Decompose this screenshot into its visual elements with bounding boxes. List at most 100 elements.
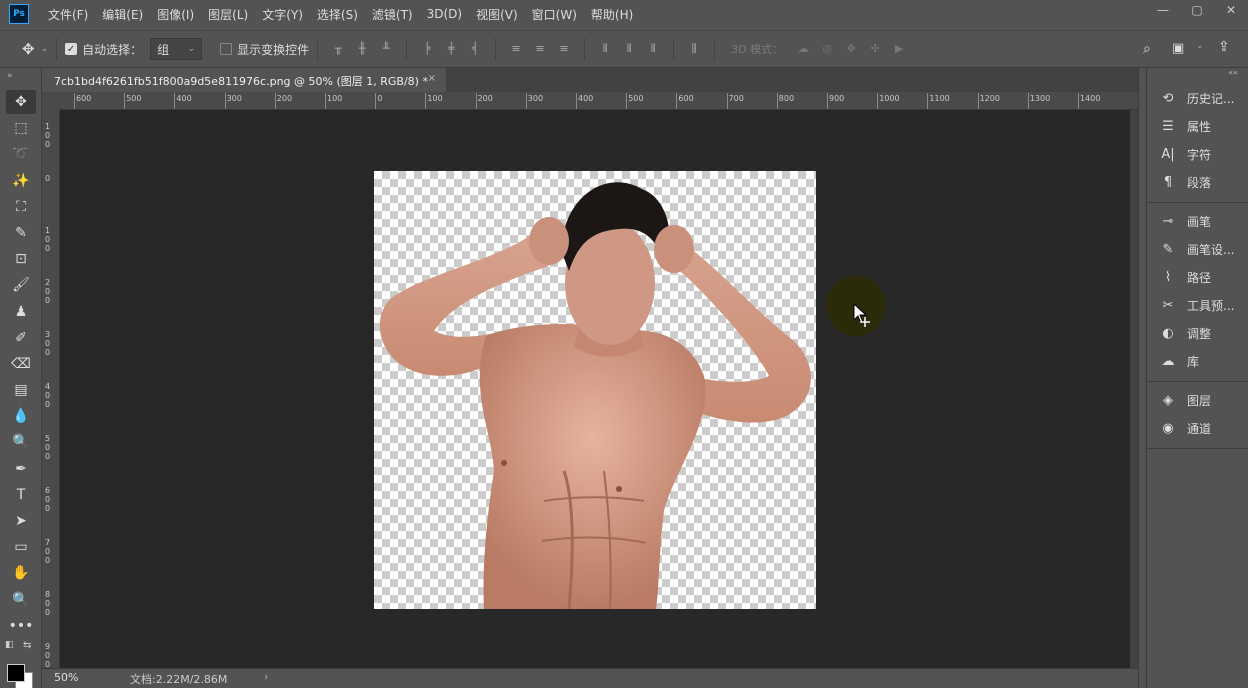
- history-panel[interactable]: ⟲ 历史记...: [1147, 84, 1248, 112]
- eyedropper-tool-icon[interactable]: ✎: [6, 221, 36, 245]
- ruler-tick: [827, 93, 828, 109]
- pen-tool-icon[interactable]: ✒: [6, 457, 36, 481]
- vertical-scrollbar[interactable]: [1130, 110, 1138, 668]
- distribute-top-icon[interactable]: ≡: [509, 42, 523, 56]
- paths-panel[interactable]: ⌇ 路径: [1147, 263, 1248, 291]
- patch-tool-icon[interactable]: ⊡: [6, 247, 36, 271]
- properties-panel[interactable]: ☰ 属性: [1147, 112, 1248, 140]
- zoom-tool-icon[interactable]: 🔍: [6, 588, 36, 612]
- menu-window[interactable]: 窗口(W): [532, 6, 577, 23]
- adjustments-panel[interactable]: ◐ 调整: [1147, 319, 1248, 347]
- align-right-icon[interactable]: ╡: [468, 42, 482, 56]
- 3d-scale-icon[interactable]: ▶: [892, 42, 906, 56]
- align-bottom-icon[interactable]: ╨: [379, 42, 393, 56]
- marquee-tool-icon[interactable]: ⬚: [6, 116, 36, 140]
- brush-panel[interactable]: ⊸ 画笔: [1147, 207, 1248, 235]
- layers-panel[interactable]: ◈ 图层: [1147, 386, 1248, 414]
- ruler-label: 700: [45, 538, 51, 565]
- ruler-label: 900: [45, 642, 51, 668]
- brush-settings-panel[interactable]: ✎ 画笔设...: [1147, 235, 1248, 263]
- menu-file[interactable]: 文件(F): [48, 6, 88, 23]
- share-icon[interactable]: ⇪: [1218, 39, 1230, 55]
- paragraph-panel[interactable]: ¶ 段落: [1147, 168, 1248, 196]
- swap-colors-icon[interactable]: ⇆: [23, 640, 31, 651]
- rectangle-tool-icon[interactable]: ▭: [6, 535, 36, 559]
- menu-layer[interactable]: 图层(L): [208, 6, 248, 23]
- 3d-roll-icon[interactable]: ◎: [820, 42, 834, 56]
- type-tool-icon[interactable]: T: [6, 483, 36, 507]
- minimize-button[interactable]: —: [1146, 0, 1180, 20]
- hand-tool-icon[interactable]: ✋: [6, 561, 36, 585]
- align-left-icon[interactable]: ╞: [420, 42, 434, 56]
- path-selection-tool-icon[interactable]: ➤: [6, 509, 36, 533]
- panel-group: ⊸ 画笔 ✎ 画笔设... ⌇ 路径 ✂ 工具预... ◐ 调整 ☁ 库: [1147, 203, 1248, 382]
- ruler-label: 1200: [979, 94, 1000, 103]
- menu-type[interactable]: 文字(Y): [262, 6, 303, 23]
- gradient-tool-icon[interactable]: ▤: [6, 378, 36, 402]
- menu-edit[interactable]: 编辑(E): [102, 6, 143, 23]
- distribute-right-icon[interactable]: ⦀: [646, 42, 660, 56]
- close-tab-icon[interactable]: ×: [428, 73, 436, 84]
- chevron-down-icon[interactable]: ⌄: [41, 44, 49, 54]
- 3d-orbit-icon[interactable]: ☁: [796, 42, 810, 56]
- distribute-bottom-icon[interactable]: ≡: [557, 42, 571, 56]
- history-brush-tool-icon[interactable]: ✐: [6, 326, 36, 350]
- ruler-tick: [676, 93, 678, 109]
- eraser-tool-icon[interactable]: ⌫: [6, 352, 36, 376]
- auto-select-checkbox[interactable]: ✓: [65, 43, 78, 55]
- default-colors-icon[interactable]: ◧: [5, 640, 14, 650]
- menu-view[interactable]: 视图(V): [476, 6, 518, 23]
- lasso-tool-icon[interactable]: ➰: [6, 142, 36, 166]
- status-menu-arrow-icon[interactable]: ›: [264, 670, 268, 683]
- document-tab[interactable]: 7cb1bd4f6261fb51f800a9d5e811976c.png @ 5…: [42, 68, 446, 92]
- brush-tool-icon[interactable]: 🖌: [6, 273, 36, 297]
- menu-select[interactable]: 选择(S): [317, 6, 358, 23]
- horizontal-ruler[interactable]: 600 500 400 300 200 100 0 100 200 300 400 500 600 700…: [60, 92, 1138, 110]
- workspace-icon[interactable]: ▣: [1172, 41, 1184, 56]
- tool-presets-panel[interactable]: ✂ 工具预...: [1147, 291, 1248, 319]
- 3d-pan-icon[interactable]: ✥: [844, 42, 858, 56]
- tool-list: ✥ ⬚ ➰ ✨ ⛶ ✎ ⊡ 🖌 ♟ ✐ ⌫ ▤ 💧 🔍 ✒ T ➤ ▭ ✋ 🔍 •••: [0, 90, 41, 638]
- panel-label: 历史记...: [1187, 91, 1235, 106]
- ruler-label: 500: [45, 434, 51, 461]
- auto-select-target-dropdown[interactable]: 组 ⌄: [150, 38, 203, 60]
- blur-tool-icon[interactable]: 💧: [6, 404, 36, 428]
- magic-wand-tool-icon[interactable]: ✨: [6, 169, 36, 193]
- restore-button[interactable]: ▢: [1180, 0, 1214, 20]
- close-window-button[interactable]: ✕: [1214, 0, 1248, 20]
- menu-3d[interactable]: 3D(D): [427, 7, 462, 21]
- expand-panels-icon[interactable]: ««: [1147, 68, 1248, 80]
- channels-panel[interactable]: ◉ 通道: [1147, 414, 1248, 442]
- document-canvas[interactable]: [374, 171, 816, 609]
- align-vcenter-icon[interactable]: ╫: [355, 42, 369, 56]
- vertical-ruler[interactable]: 100 0 100 200 300 400 500 600 700 800 900: [42, 110, 60, 668]
- distribute-hcenter-icon[interactable]: ⦀: [622, 42, 636, 56]
- chevron-down-icon[interactable]: ⌄: [1196, 41, 1204, 51]
- foreground-color-swatch[interactable]: [7, 664, 25, 682]
- libraries-panel[interactable]: ☁ 库: [1147, 347, 1248, 375]
- search-icon[interactable]: ⌕: [1143, 41, 1151, 57]
- move-tool-icon[interactable]: ✥: [6, 90, 36, 114]
- clone-stamp-tool-icon[interactable]: ♟: [6, 300, 36, 324]
- show-transform-checkbox[interactable]: [220, 43, 233, 55]
- dodge-tool-icon[interactable]: 🔍: [6, 430, 36, 454]
- crop-tool-icon[interactable]: ⛶: [6, 195, 36, 219]
- panel-group: ◈ 图层 ◉ 通道: [1147, 382, 1248, 449]
- align-hcenter-icon[interactable]: ╪: [444, 42, 458, 56]
- distribute-left-icon[interactable]: ⦀: [598, 42, 612, 56]
- properties-icon: ☰: [1162, 118, 1174, 134]
- 3d-slide-icon[interactable]: ✣: [868, 42, 882, 56]
- ruler-label: 500: [628, 94, 644, 103]
- align-top-icon[interactable]: ╥: [331, 42, 345, 56]
- more-tools-icon[interactable]: •••: [6, 614, 36, 638]
- move-tool-preset-icon[interactable]: ✥: [22, 40, 35, 58]
- ruler-origin[interactable]: [42, 92, 60, 110]
- zoom-level[interactable]: 50%: [54, 671, 78, 684]
- character-panel[interactable]: A| 字符: [1147, 140, 1248, 168]
- auto-align-icon[interactable]: ⫼: [687, 42, 701, 56]
- collapse-toolbar-icon[interactable]: »: [0, 68, 41, 90]
- menu-image[interactable]: 图像(I): [157, 6, 194, 23]
- menu-filter[interactable]: 滤镜(T): [372, 6, 413, 23]
- distribute-vcenter-icon[interactable]: ≡: [533, 42, 547, 56]
- menu-help[interactable]: 帮助(H): [591, 6, 633, 23]
